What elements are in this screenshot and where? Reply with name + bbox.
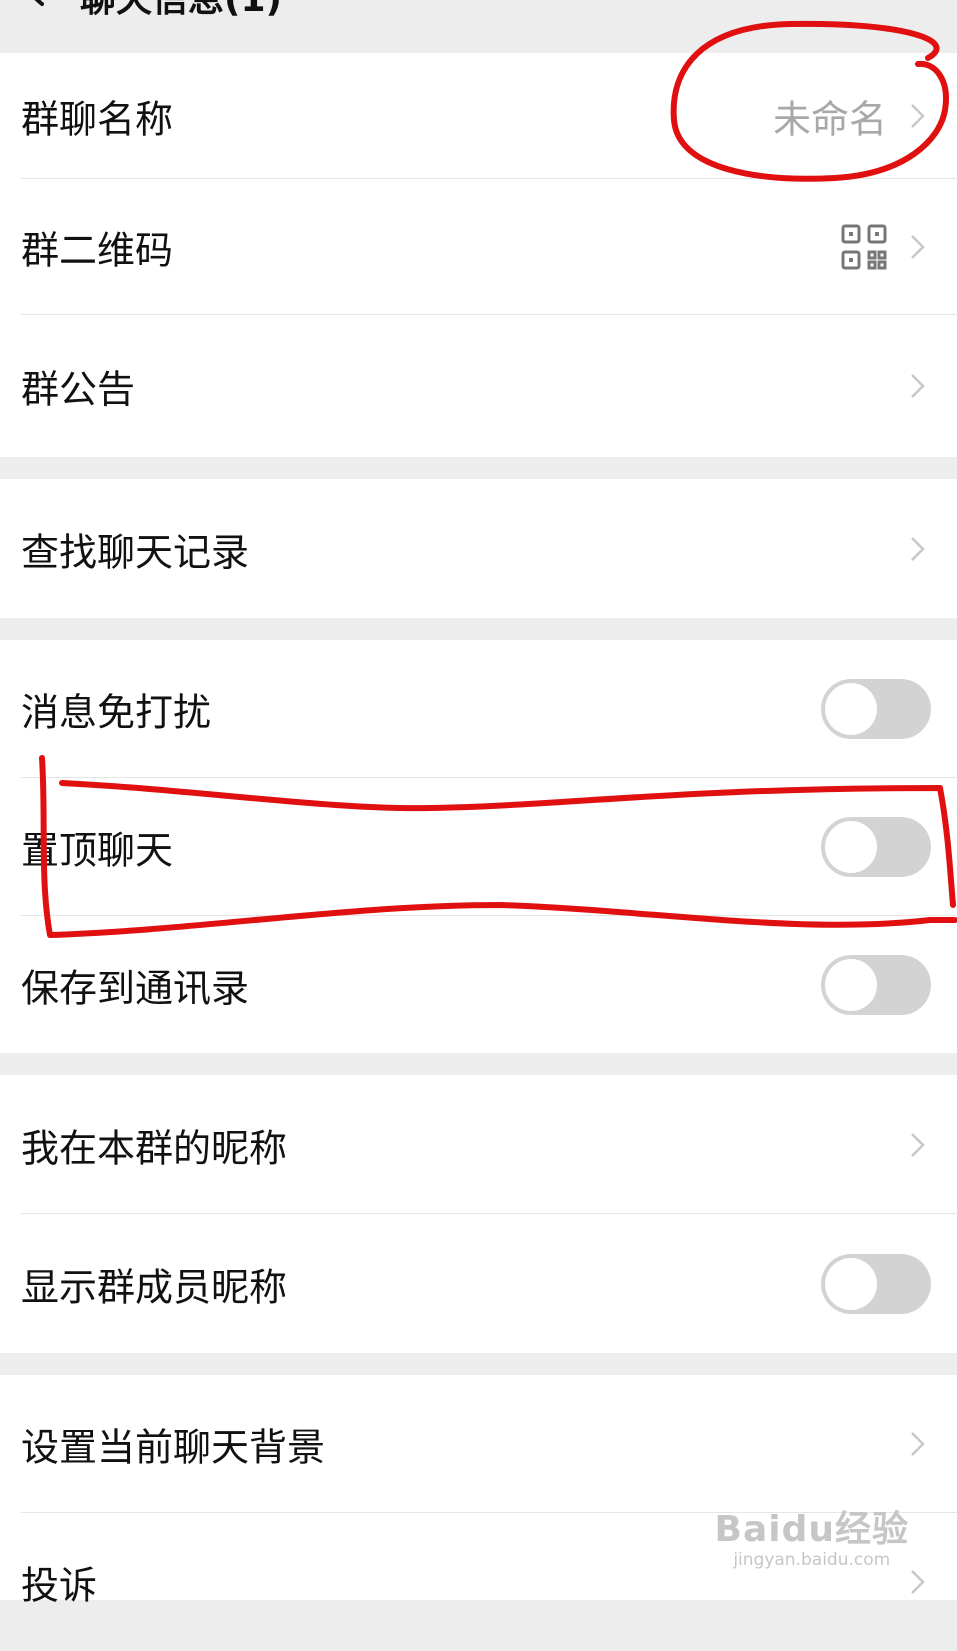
row-label: 查找聊天记录 — [21, 530, 250, 574]
chevron-right-icon — [911, 1570, 925, 1594]
row-label: 群聊名称 — [21, 97, 174, 142]
nav-bar: 聊天信息(1) — [0, 0, 957, 53]
row-mute-notifications: 消息免打扰 — [0, 640, 957, 778]
chevron-right-icon — [911, 104, 925, 128]
watermark-main: Baidu经验 — [714, 1509, 909, 1550]
row-label: 保存到通讯录 — [21, 966, 250, 1010]
chevron-right-icon — [911, 235, 925, 259]
watermark-sub: jingyan.baidu.com — [733, 1550, 891, 1570]
qr-code-icon — [841, 224, 887, 270]
row-sticky-on-top: 置顶聊天 — [0, 778, 957, 916]
row-label: 设置当前聊天背景 — [21, 1425, 326, 1470]
row-group-notice[interactable]: 群公告 — [0, 315, 957, 457]
page-title: 聊天信息(1) — [80, 0, 282, 22]
chevron-right-icon — [911, 536, 925, 561]
row-label: 我在本群的昵称 — [21, 1126, 288, 1170]
mute-toggle[interactable] — [821, 679, 931, 739]
back-arrow-icon[interactable] — [14, 0, 54, 10]
show-alias-toggle[interactable] — [821, 1253, 931, 1314]
chevron-right-icon — [911, 1132, 925, 1157]
row-label: 消息免打扰 — [21, 690, 212, 735]
row-label: 投诉 — [21, 1563, 98, 1608]
row-label: 显示群成员昵称 — [21, 1265, 288, 1309]
row-label: 置顶聊天 — [21, 828, 174, 873]
row-label: 群公告 — [21, 367, 136, 412]
chevron-right-icon — [911, 1432, 925, 1456]
row-group-qr[interactable]: 群二维码 — [0, 179, 957, 315]
row-chat-background[interactable]: 设置当前聊天背景 — [0, 1375, 957, 1513]
row-save-to-contacts: 保存到通讯录 — [0, 916, 957, 1053]
row-search-history[interactable]: 查找聊天记录 — [0, 479, 957, 618]
save-contacts-toggle[interactable] — [821, 954, 931, 1015]
watermark: Baidu经验 jingyan.baidu.com — [715, 1500, 909, 1570]
group-name-value: 未命名 — [772, 97, 887, 142]
sticky-toggle[interactable] — [821, 817, 931, 877]
row-group-name[interactable]: 群聊名称 未命名 — [0, 53, 957, 179]
row-my-alias[interactable]: 我在本群的昵称 — [0, 1075, 957, 1214]
row-label: 群二维码 — [21, 228, 174, 273]
row-show-member-alias: 显示群成员昵称 — [0, 1214, 957, 1353]
chevron-right-icon — [911, 374, 925, 398]
